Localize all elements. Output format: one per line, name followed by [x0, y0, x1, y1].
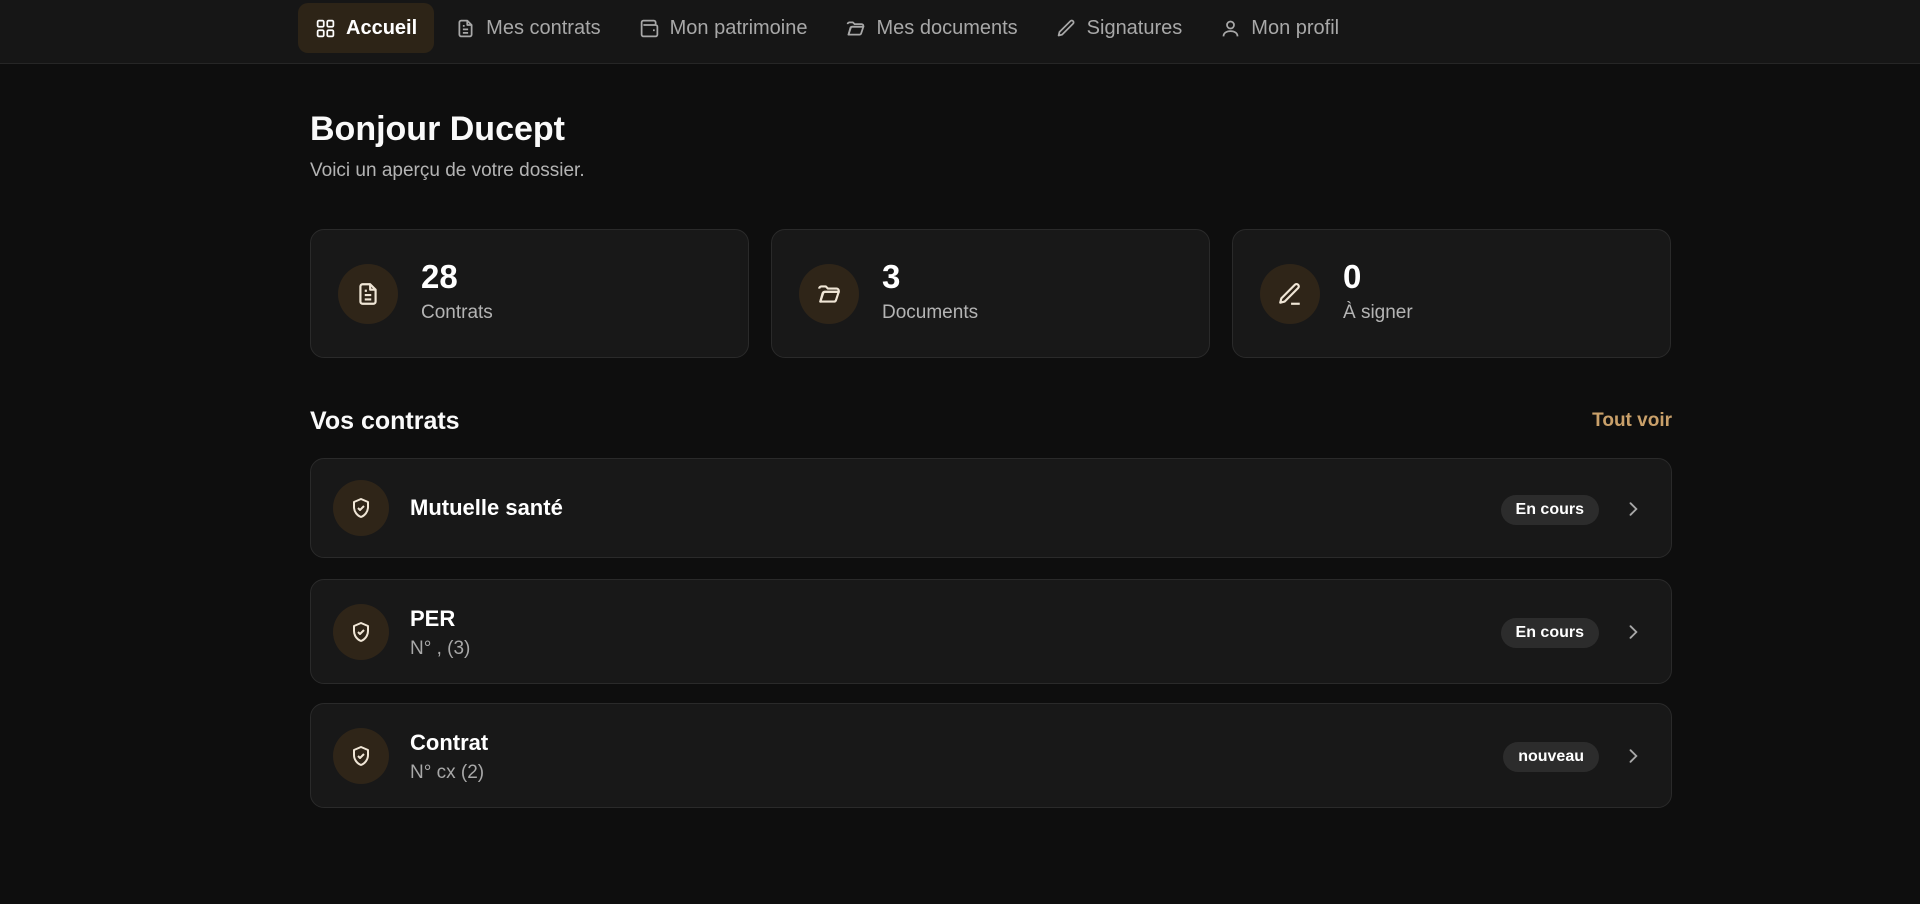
user-icon	[1222, 20, 1239, 36]
pen-icon	[1057, 19, 1075, 36]
wallet-icon	[640, 19, 658, 37]
file-icon	[359, 283, 377, 305]
nav-item-label: Accueil	[346, 16, 418, 39]
shield-check-icon	[353, 746, 369, 766]
nav-item-signatures[interactable]: Signatures	[1039, 3, 1200, 53]
nav-item-mon-profil[interactable]: Mon profil	[1203, 3, 1356, 53]
folder-icon	[847, 21, 865, 35]
contract-number: N° , (3)	[410, 638, 471, 659]
file-icon	[458, 19, 473, 37]
nav-item-label: Signatures	[1086, 16, 1183, 39]
section-title: Vos contrats	[310, 407, 460, 435]
nav-item-label: Mes documents	[876, 16, 1018, 39]
stats-row: 28 Contrats 3 Documents 0 À signer	[310, 229, 1672, 358]
top-navigation: Accueil Mes contrats Mon patrimoine Mes …	[0, 0, 1920, 64]
contract-name: Mutuelle santé	[410, 495, 563, 520]
chevron-right-icon	[1629, 625, 1638, 639]
contract-row-contrat[interactable]: Contrat N° cx (2) nouveau	[310, 703, 1672, 808]
shield-check-icon	[353, 498, 369, 518]
nav-item-label: Mes contrats	[486, 16, 601, 39]
contract-row-mutuelle[interactable]: Mutuelle santé En cours	[310, 458, 1672, 558]
stat-icon-circle	[338, 264, 398, 324]
contract-icon-circle	[333, 604, 389, 660]
status-badge: En cours	[1500, 495, 1599, 525]
shield-check-icon	[353, 622, 369, 642]
nav-item-mes-contrats[interactable]: Mes contrats	[438, 3, 617, 53]
status-badge: En cours	[1500, 618, 1599, 648]
contract-icon-circle	[333, 728, 389, 784]
contract-name: Contrat	[410, 730, 489, 755]
stat-icon-circle	[1260, 264, 1320, 324]
pen-icon	[1279, 283, 1300, 305]
stat-value: 0	[1343, 258, 1362, 295]
page-title: Bonjour Ducept	[310, 110, 565, 148]
stat-label: Documents	[882, 302, 979, 323]
contract-name: PER	[410, 606, 456, 631]
see-all-link[interactable]: Tout voir	[1592, 410, 1672, 432]
dashboard-icon	[316, 19, 335, 37]
stat-label: À signer	[1343, 302, 1413, 323]
nav-menu: Accueil Mes contrats Mon patrimoine Mes …	[298, 3, 1356, 53]
nav-item-label: Mon patrimoine	[669, 16, 808, 39]
stat-value: 28	[421, 258, 458, 295]
nav-item-label: Mon profil	[1251, 16, 1340, 39]
stat-card-a-signer[interactable]: 0 À signer	[1232, 229, 1671, 358]
chevron-right-icon	[1629, 502, 1638, 516]
nav-item-mes-documents[interactable]: Mes documents	[828, 3, 1034, 53]
stat-card-contrats[interactable]: 28 Contrats	[310, 229, 749, 358]
nav-item-accueil[interactable]: Accueil	[298, 3, 435, 53]
chevron-right-icon	[1629, 749, 1638, 763]
status-badge: nouveau	[1503, 742, 1599, 772]
contract-row-per[interactable]: PER N° , (3) En cours	[310, 579, 1672, 684]
stat-icon-circle	[799, 264, 859, 324]
stat-label: Contrats	[421, 302, 493, 323]
stat-card-documents[interactable]: 3 Documents	[771, 229, 1210, 358]
contract-icon-circle	[333, 480, 389, 536]
folder-icon	[818, 285, 840, 303]
page-subtitle: Voici un aperçu de votre dossier.	[310, 160, 585, 181]
contract-number: N° cx (2)	[410, 762, 485, 783]
stat-value: 3	[882, 258, 901, 295]
nav-item-mon-patrimoine[interactable]: Mon patrimoine	[622, 3, 825, 53]
